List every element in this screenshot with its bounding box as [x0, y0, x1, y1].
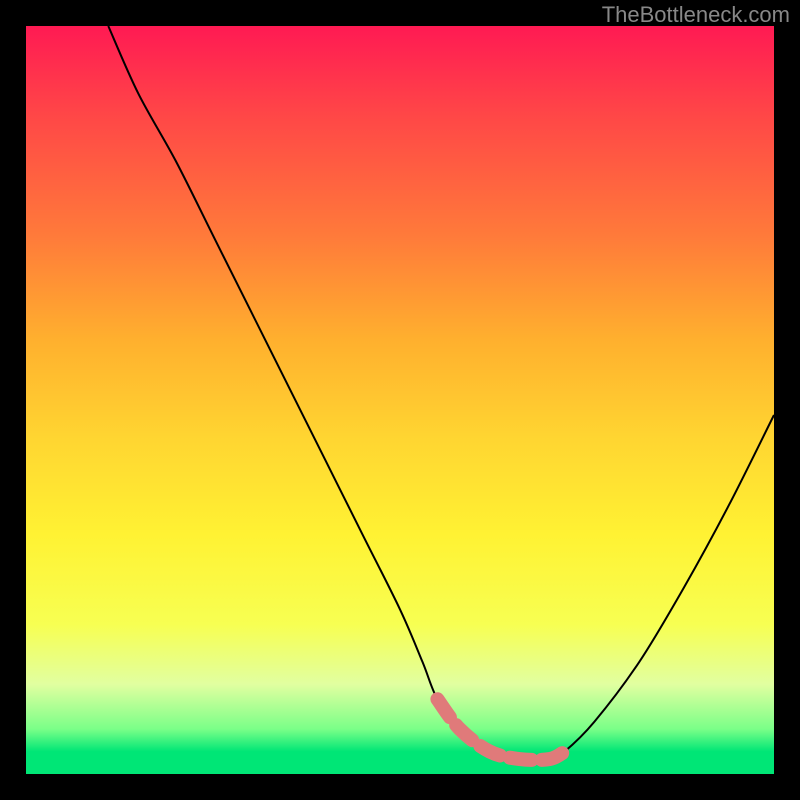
bottleneck-curve-line [108, 26, 774, 760]
chart-plot-area [26, 26, 774, 774]
watermark-text: TheBottleneck.com [602, 2, 790, 28]
chart-svg [26, 26, 774, 774]
bottleneck-curve-highlight [437, 699, 564, 760]
